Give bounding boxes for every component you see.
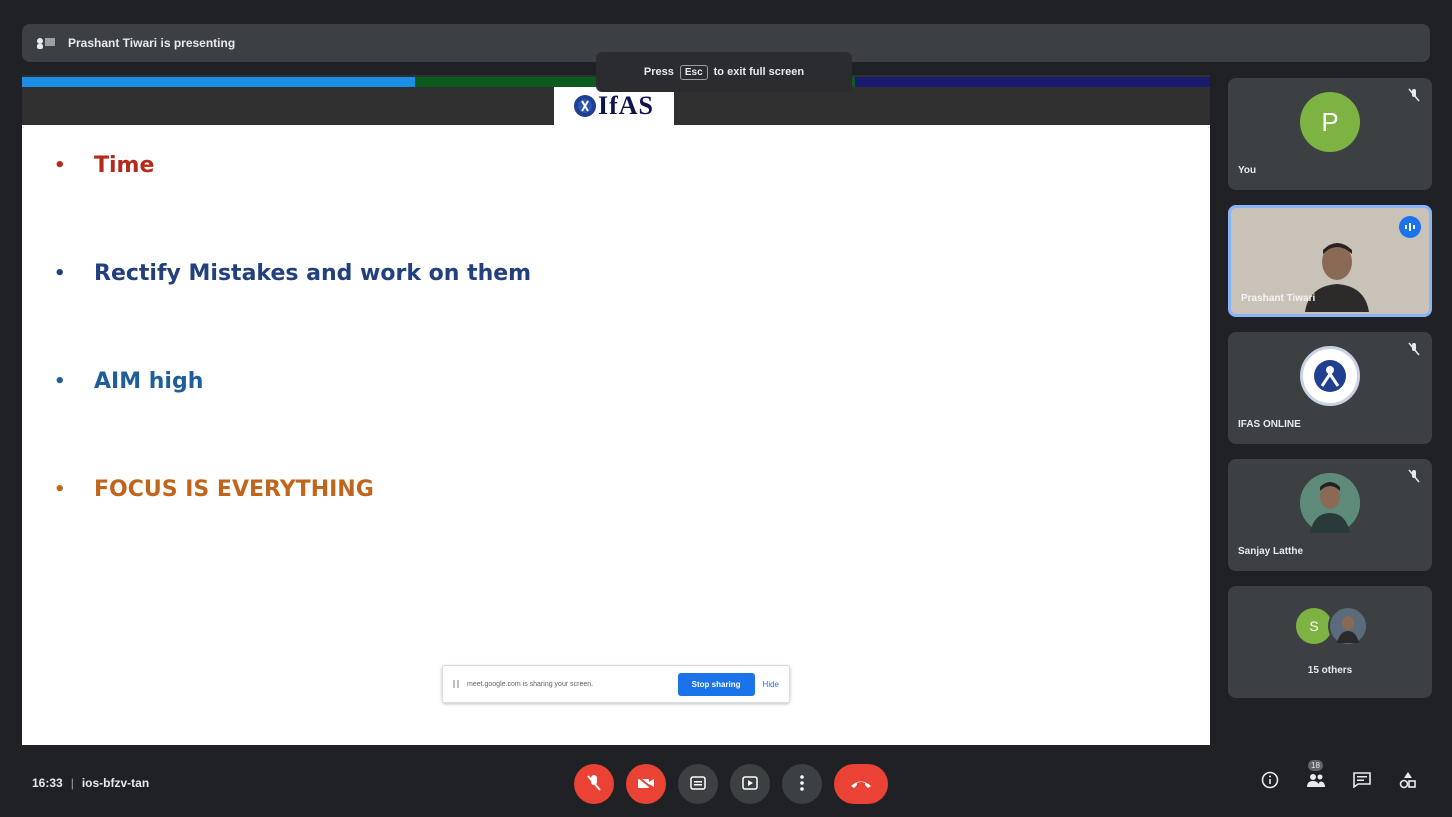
participant-tile-others[interactable]: S 15 others xyxy=(1228,586,1432,698)
bullet-dot: • xyxy=(54,155,66,176)
mic-off-icon xyxy=(1408,342,1420,356)
participant-tile-presenter[interactable]: Prashant Tiwari xyxy=(1228,205,1432,317)
separator: | xyxy=(70,776,74,790)
bullet-item: • Time xyxy=(54,153,154,178)
call-controls xyxy=(574,764,888,804)
bullet-item: • Rectify Mistakes and work on them xyxy=(54,261,531,286)
mic-off-icon xyxy=(1408,88,1420,102)
participant-tile-you[interactable]: P You xyxy=(1228,78,1432,190)
mic-toggle-button[interactable] xyxy=(574,764,614,804)
present-button[interactable] xyxy=(730,764,770,804)
stop-sharing-button[interactable]: Stop sharing xyxy=(677,672,755,696)
avatar xyxy=(1300,473,1360,533)
drag-handle-icon[interactable] xyxy=(453,680,459,688)
participant-name: Sanjay Latthe xyxy=(1238,546,1304,557)
presenting-label: Prashant Tiwari is presenting xyxy=(68,36,236,50)
logo-text: IfAS xyxy=(597,91,654,120)
ifas-logo-icon xyxy=(573,95,596,117)
toast-suffix: to exit full screen xyxy=(713,66,805,78)
participant-tile-ifas[interactable]: IFAS ONLINE xyxy=(1228,332,1432,444)
bullet-item: • FOCUS IS EVERYTHING xyxy=(54,477,374,502)
mic-off-icon xyxy=(1408,469,1420,483)
people-button[interactable]: 18 xyxy=(1304,760,1328,794)
captions-icon xyxy=(690,775,706,793)
meeting-details-button[interactable] xyxy=(1258,770,1282,794)
people-icon xyxy=(1306,772,1326,793)
bullet-text: AIM high xyxy=(94,369,204,394)
hide-button[interactable]: Hide xyxy=(763,680,779,689)
participant-tile-sanjay[interactable]: Sanjay Latthe xyxy=(1228,459,1432,571)
camera-toggle-button[interactable] xyxy=(626,764,666,804)
chat-icon xyxy=(1353,771,1371,793)
side-controls: 18 xyxy=(1258,760,1420,794)
captions-button[interactable] xyxy=(678,764,718,804)
screen-share-notice: meet.google.com is sharing your screen. … xyxy=(442,665,790,703)
esc-key: Esc xyxy=(679,64,708,80)
participant-name: Prashant Tiwari xyxy=(1241,293,1316,304)
info-icon xyxy=(1261,771,1279,794)
speaking-icon xyxy=(1399,216,1421,238)
bullet-dot: • xyxy=(54,479,66,500)
more-options-button[interactable] xyxy=(782,764,822,804)
present-icon xyxy=(742,775,758,793)
bullet-text: Rectify Mistakes and work on them xyxy=(94,261,532,286)
chat-button[interactable] xyxy=(1350,770,1374,794)
meeting-info: 16:33 | ios-bfzv-tan xyxy=(32,776,149,790)
avatar: P xyxy=(1300,92,1360,152)
toast-press: Press xyxy=(643,66,674,78)
camera-off-icon xyxy=(637,775,655,793)
people-count-badge: 18 xyxy=(1308,760,1323,771)
presentation-icon xyxy=(34,36,58,50)
bullet-dot: • xyxy=(54,263,66,284)
bullet-text: Time xyxy=(94,153,155,178)
mic-off-icon xyxy=(586,774,602,795)
ifas-avatar-logo xyxy=(1300,346,1360,406)
meeting-code: ios-bfzv-tan xyxy=(81,776,150,790)
hangup-icon xyxy=(850,776,872,792)
share-message: meet.google.com is sharing your screen. xyxy=(467,680,594,688)
fullscreen-toast: Press Esc to exit full screen xyxy=(596,52,852,92)
participant-name: You xyxy=(1238,165,1257,176)
participant-name: IFAS ONLINE xyxy=(1238,419,1301,430)
others-avatars: S xyxy=(1294,606,1368,646)
meeting-time: 16:33 xyxy=(32,776,63,790)
presentation-stage: IfAS • Time • Rectify Mistakes and work … xyxy=(22,75,1210,745)
more-icon xyxy=(800,774,804,794)
activities-button[interactable] xyxy=(1396,770,1420,794)
avatar xyxy=(1328,606,1368,646)
bullet-item: • AIM high xyxy=(54,369,203,394)
activities-icon xyxy=(1399,771,1417,794)
bullet-dot: • xyxy=(54,371,66,392)
leave-call-button[interactable] xyxy=(834,764,888,804)
ifas-logo: IfAS xyxy=(554,87,674,125)
bottom-toolbar: 16:33 | ios-bfzv-tan 18 xyxy=(0,760,1452,810)
bullet-text: FOCUS IS EVERYTHING xyxy=(94,477,374,502)
others-label: 15 others xyxy=(1307,665,1353,676)
